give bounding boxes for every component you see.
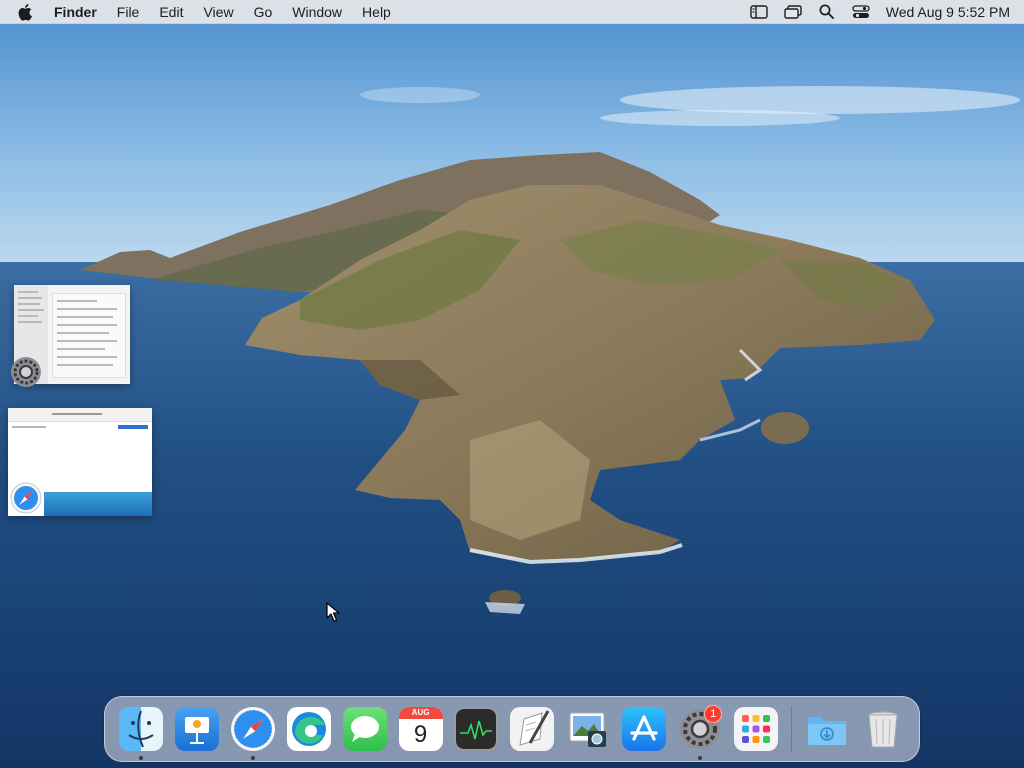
thumb-line <box>18 297 42 299</box>
menu-window[interactable]: Window <box>282 0 352 24</box>
dock-item-preview[interactable] <box>560 701 616 757</box>
dock-item-trash[interactable] <box>855 701 911 757</box>
downloads-folder-icon <box>805 707 849 751</box>
safari-icon <box>10 482 42 514</box>
activity-monitor-icon <box>454 707 499 751</box>
thumb-line <box>57 308 117 310</box>
thumb-line <box>18 321 42 323</box>
launchpad-icon <box>734 707 779 751</box>
thumb-line <box>57 300 97 302</box>
menu-go[interactable]: Go <box>244 0 283 24</box>
menu-bar: Finder File Edit View Go Window Help Wed… <box>0 0 1024 24</box>
running-indicator <box>138 756 143 760</box>
calendar-icon: AUG 9 <box>398 707 443 751</box>
dock-item-messages[interactable] <box>337 701 393 757</box>
apple-menu-icon[interactable] <box>0 3 52 21</box>
dock-item-edge[interactable] <box>281 701 337 757</box>
script-editor-icon <box>510 707 555 751</box>
thumb-line <box>57 348 105 350</box>
thumb-line <box>57 340 117 342</box>
thumb-button <box>118 425 148 429</box>
calendar-month: AUG <box>398 707 443 719</box>
menu-app-name[interactable]: Finder <box>52 0 107 24</box>
dock-item-calendar[interactable]: AUG 9 <box>393 701 449 757</box>
thumb-line <box>57 324 117 326</box>
menu-edit[interactable]: Edit <box>149 0 193 24</box>
dock-item-launchpad[interactable] <box>728 701 784 757</box>
thumb-line <box>57 364 113 366</box>
finder-icon <box>118 707 163 751</box>
system-settings-icon <box>10 356 42 388</box>
thumb-line <box>18 303 40 305</box>
screen-mirroring-icon[interactable] <box>776 0 810 24</box>
menu-file[interactable]: File <box>107 0 150 24</box>
menu-bar-clock[interactable]: Wed Aug 9 5:52 PM <box>878 4 1010 20</box>
dock-item-safari[interactable] <box>225 701 281 760</box>
spotlight-search-icon[interactable] <box>810 0 844 24</box>
control-center-icon[interactable] <box>844 0 878 24</box>
dock-separator <box>791 706 793 752</box>
dock-item-system-settings[interactable]: 1 <box>672 701 728 760</box>
thumb-line <box>57 356 117 358</box>
calendar-day: 9 <box>413 721 428 748</box>
mouse-cursor-icon <box>326 602 340 627</box>
keynote-icon <box>174 707 219 751</box>
messages-icon <box>342 707 387 751</box>
thumb-line <box>57 332 109 334</box>
thumb-line <box>18 315 38 317</box>
dock-item-app-store[interactable] <box>616 701 672 757</box>
safari-icon <box>230 707 275 751</box>
desktop-wallpaper <box>0 0 1024 768</box>
preview-icon <box>566 707 610 751</box>
trash-icon <box>861 707 905 751</box>
dock-item-keynote[interactable] <box>169 701 225 757</box>
dock-item-script-editor[interactable] <box>504 701 560 757</box>
thumb-line <box>57 316 113 318</box>
thumb-line <box>18 291 38 293</box>
dock-item-activity-monitor[interactable] <box>449 701 505 757</box>
dock: AUG 9 1 <box>104 696 920 762</box>
running-indicator <box>698 756 703 760</box>
sidebar-icon[interactable] <box>742 0 776 24</box>
menu-bar-status-area: Wed Aug 9 5:52 PM <box>742 0 1024 24</box>
running-indicator <box>250 756 255 760</box>
thumb-line <box>52 413 102 415</box>
dock-item-downloads[interactable] <box>799 701 855 757</box>
app-store-icon <box>622 707 667 751</box>
thumb-toolbar <box>8 408 152 422</box>
menu-view[interactable]: View <box>193 0 243 24</box>
menu-help[interactable]: Help <box>352 0 401 24</box>
edge-icon <box>286 707 331 751</box>
thumb-banner <box>44 492 152 516</box>
thumb-line <box>12 426 46 428</box>
dock-item-finder[interactable] <box>113 701 169 760</box>
thumb-content <box>52 293 126 378</box>
thumb-line <box>18 309 44 311</box>
